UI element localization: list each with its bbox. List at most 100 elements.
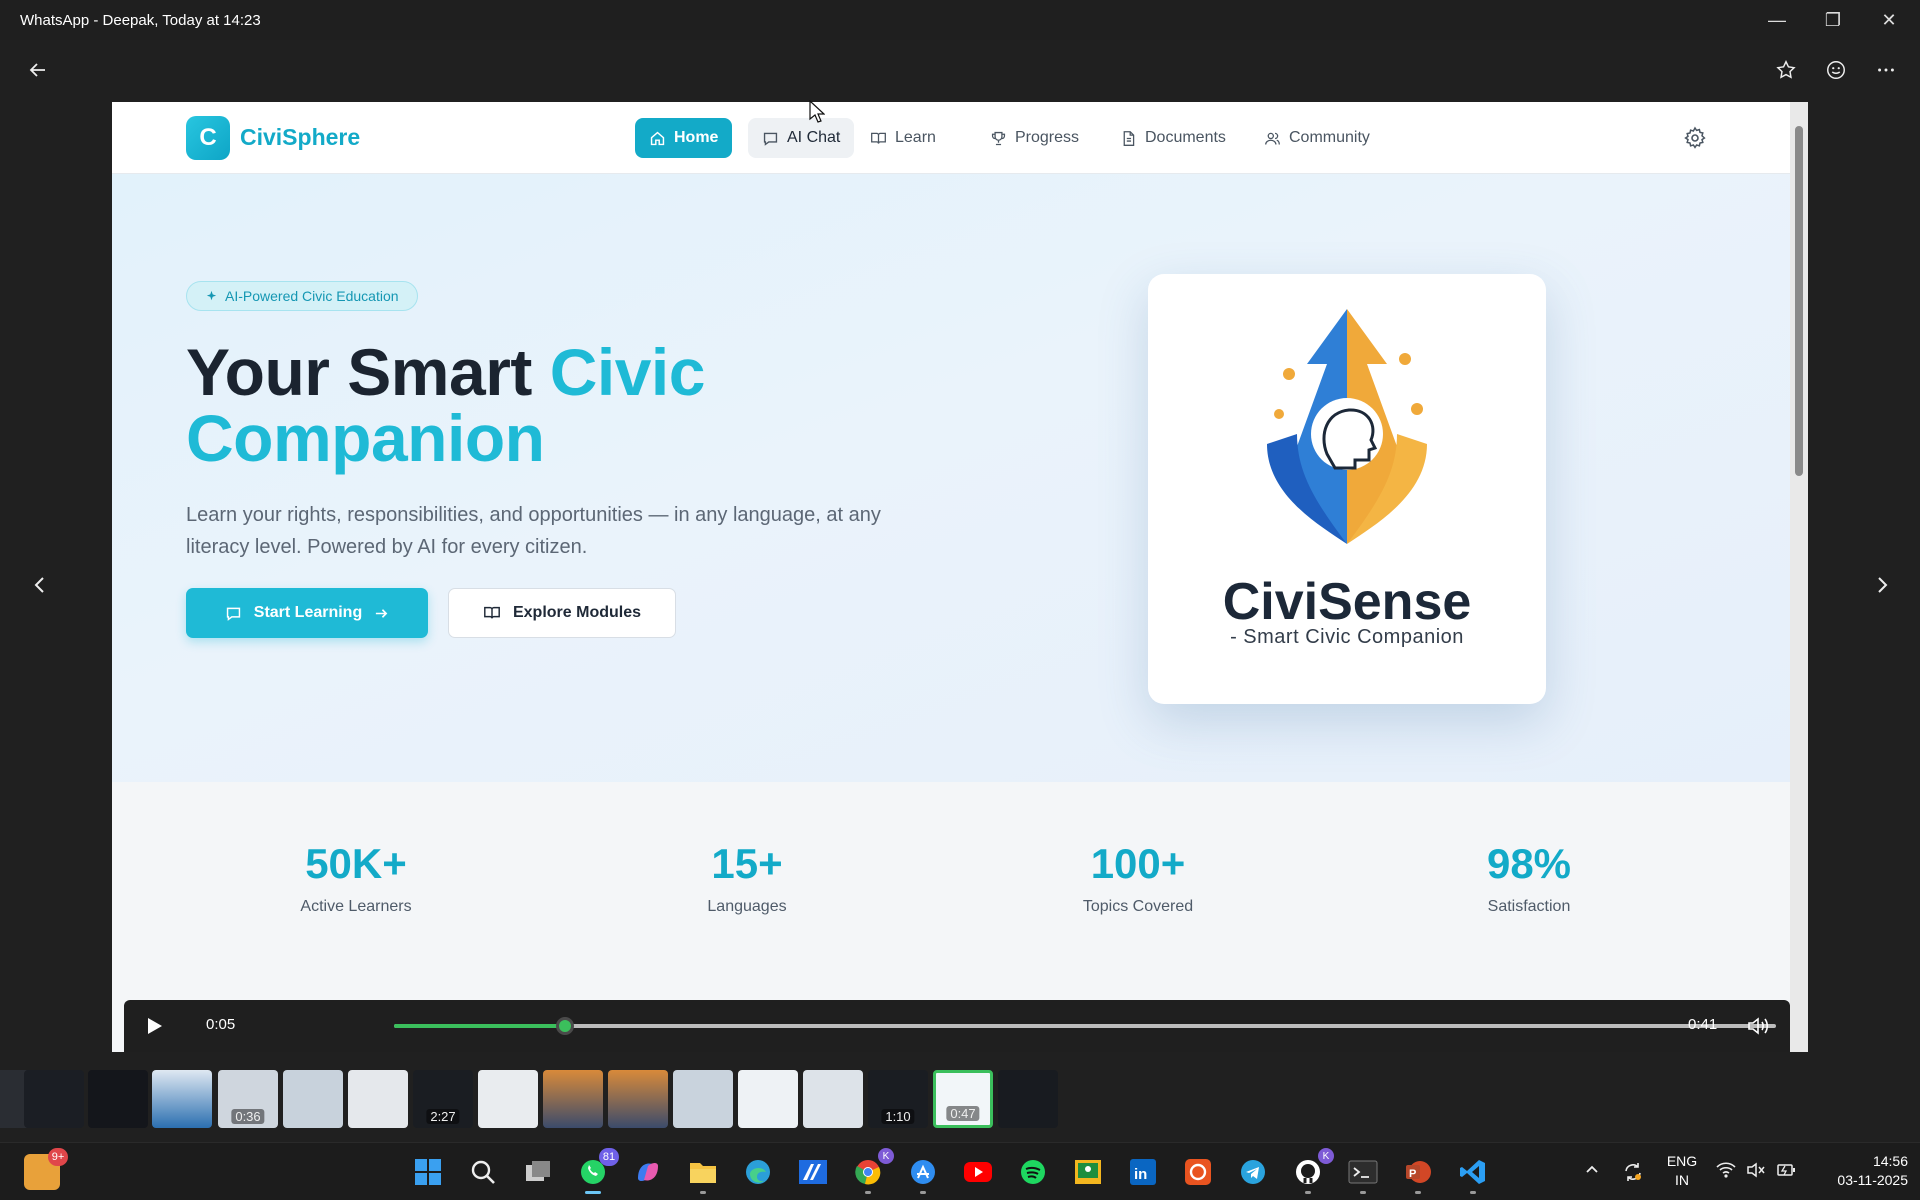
hero-logo-card: CiviSense - Smart Civic Companion	[1148, 274, 1546, 704]
site-brand[interactable]: CiviSphere	[240, 124, 360, 151]
github-icon[interactable]: K	[1290, 1148, 1334, 1194]
wifi-icon[interactable]	[1716, 1161, 1736, 1184]
book-icon	[484, 606, 500, 619]
ai-badge: AI-Powered Civic Education	[186, 281, 418, 311]
vscode-icon[interactable]	[1455, 1154, 1491, 1194]
play-icon[interactable]	[142, 1014, 166, 1038]
video-duration: 2:27	[426, 1109, 460, 1124]
emoji-icon[interactable]	[1816, 50, 1856, 90]
edge-icon[interactable]	[740, 1154, 776, 1190]
seek-bar-progress	[394, 1024, 566, 1028]
task-view-icon[interactable]	[520, 1154, 556, 1190]
nav-ai-chat-label: AI Chat	[787, 129, 841, 146]
hero-title-plain: Your Smart	[186, 335, 550, 409]
nav-ai-chat[interactable]: AI Chat	[748, 118, 855, 158]
nav-home[interactable]: Home	[635, 118, 733, 158]
document-icon	[1123, 130, 1135, 146]
video-duration: 1:10	[881, 1109, 915, 1124]
nav-progress-label: Progress	[1015, 129, 1080, 146]
sync-icon[interactable]	[1622, 1161, 1644, 1188]
total-time: 0:41	[1688, 1016, 1718, 1033]
star-icon[interactable]	[1766, 50, 1806, 90]
close-button[interactable]: ✕	[1866, 0, 1912, 40]
stat-active-learners: 50K+ Active Learners	[236, 840, 476, 916]
linkedin-icon[interactable]: in	[1125, 1154, 1161, 1190]
powerpoint-icon[interactable]: P	[1400, 1154, 1436, 1194]
media-thumbnail[interactable]	[478, 1070, 538, 1128]
copilot-icon[interactable]	[630, 1154, 666, 1190]
stat-languages: 15+ Languages	[627, 840, 867, 916]
minimize-button[interactable]: —	[1754, 0, 1800, 40]
seek-bar[interactable]	[394, 1017, 1776, 1035]
back-arrow-icon[interactable]	[18, 50, 58, 90]
volume-icon[interactable]	[1746, 1014, 1770, 1038]
window-title: WhatsApp - Deepak, Today at 14:23	[20, 11, 261, 29]
media-thumbnail[interactable]	[88, 1070, 148, 1128]
seek-bar-handle[interactable]	[556, 1017, 575, 1035]
site-logo[interactable]: C	[186, 116, 230, 160]
nav-documents[interactable]: Documents	[1106, 118, 1240, 158]
media-thumbnail[interactable]: 1:10	[868, 1070, 928, 1128]
azure-app-icon[interactable]	[795, 1154, 831, 1190]
restore-button[interactable]: ❐	[1810, 0, 1856, 40]
media-thumbnail[interactable]	[738, 1070, 798, 1128]
previous-media-icon[interactable]	[20, 565, 60, 605]
trophy-icon	[991, 131, 1006, 145]
media-thumbnail[interactable]	[152, 1070, 212, 1128]
language-indicator[interactable]: ENG IN	[1662, 1152, 1702, 1190]
search-icon[interactable]	[465, 1154, 501, 1190]
muted-speaker-icon[interactable]	[1746, 1161, 1766, 1184]
region-code: IN	[1675, 1172, 1689, 1188]
scrollbar-thumb[interactable]	[1795, 126, 1803, 476]
spotify-icon[interactable]	[1015, 1154, 1051, 1190]
media-thumbnail-selected[interactable]: 0:47	[933, 1070, 993, 1128]
current-time: 0:05	[206, 1016, 236, 1033]
more-options-icon[interactable]	[1866, 50, 1906, 90]
active-indicator	[585, 1191, 601, 1194]
chat-icon	[226, 607, 240, 621]
file-explorer-icon[interactable]	[685, 1154, 721, 1194]
explore-modules-button[interactable]: Explore Modules	[448, 588, 676, 638]
chrome-icon[interactable]: K	[850, 1148, 894, 1194]
settings-gear-icon[interactable]	[1683, 126, 1707, 150]
media-thumbnail[interactable]	[803, 1070, 863, 1128]
classroom-icon[interactable]	[1070, 1154, 1106, 1190]
whatsapp-icon[interactable]: 81	[575, 1148, 619, 1194]
media-thumbnail[interactable]: 0:36	[218, 1070, 278, 1128]
nav-progress[interactable]: Progress	[976, 118, 1093, 158]
media-thumbnail[interactable]	[283, 1070, 343, 1128]
github-profile-badge: K	[1318, 1148, 1334, 1164]
sparkle-icon	[206, 290, 217, 300]
page-scrollbar[interactable]	[1790, 102, 1808, 1052]
nav-community[interactable]: Community	[1250, 118, 1384, 158]
clock-time: 14:56	[1872, 1153, 1908, 1169]
notification-badge: 9+	[48, 1148, 68, 1166]
battery-icon[interactable]	[1776, 1161, 1796, 1184]
show-hidden-icons-chevron-icon[interactable]	[1584, 1161, 1600, 1182]
ubuntu-icon[interactable]	[1180, 1154, 1216, 1190]
terminal-icon[interactable]	[1345, 1154, 1381, 1194]
media-thumbnail[interactable]	[998, 1070, 1058, 1128]
hero-title-accent-1: Civic	[549, 335, 706, 409]
telegram-icon[interactable]	[1235, 1154, 1271, 1190]
notification-widget-icon[interactable]: 9+	[24, 1148, 68, 1190]
next-media-icon[interactable]	[1862, 565, 1902, 605]
running-indicator	[1305, 1191, 1311, 1194]
system-clock[interactable]: 14:56 03-11-2025	[1808, 1152, 1908, 1190]
viewer-toolbar	[0, 40, 1920, 100]
media-thumbnail[interactable]	[24, 1070, 84, 1128]
media-thumbnail[interactable]	[348, 1070, 408, 1128]
nav-learn-label: Learn	[895, 129, 936, 146]
video-duration: 0:47	[946, 1106, 980, 1121]
youtube-icon[interactable]	[960, 1154, 996, 1190]
start-icon[interactable]	[410, 1154, 446, 1190]
running-indicator	[920, 1191, 926, 1194]
media-thumbnail[interactable]: 2:27	[413, 1070, 473, 1128]
media-thumbnail[interactable]	[608, 1070, 668, 1128]
start-learning-button[interactable]: Start Learning	[186, 588, 428, 638]
media-thumbnail[interactable]	[673, 1070, 733, 1128]
clock-date: 03-11-2025	[1837, 1172, 1908, 1188]
app-store-icon[interactable]	[905, 1154, 941, 1194]
media-thumbnail[interactable]	[543, 1070, 603, 1128]
nav-learn[interactable]: Learn	[856, 118, 950, 158]
